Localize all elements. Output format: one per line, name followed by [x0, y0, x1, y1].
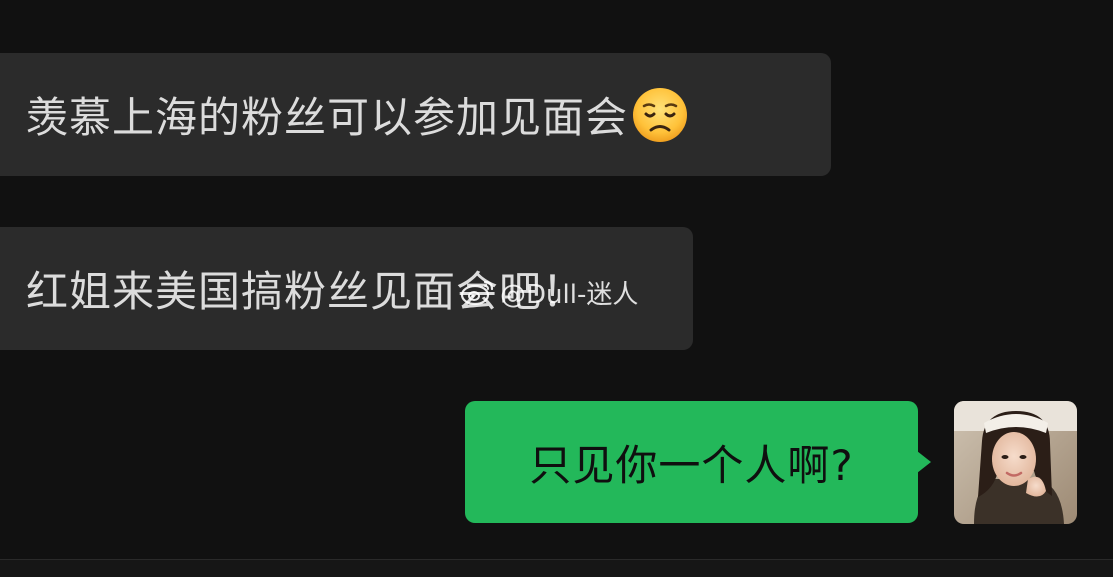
chat-window: 羡慕上海的粉丝可以参加见面会 红姐来美国搞粉丝见面会吧！ @Dull-迷人 只见…	[0, 0, 1113, 577]
weibo-watermark: @Dull-迷人	[460, 274, 638, 310]
message-text: 羡慕上海的粉丝可以参加见面会	[26, 93, 629, 142]
avatar[interactable]	[954, 401, 1077, 524]
incoming-message-bubble[interactable]: 羡慕上海的粉丝可以参加见面会	[0, 53, 831, 176]
input-bar[interactable]	[0, 560, 1113, 577]
bubble-tail	[917, 451, 931, 473]
message-text: 只见你一个人啊?	[529, 440, 854, 490]
watermark-text: @Dull-迷人	[500, 279, 639, 310]
avatar-photo	[954, 401, 1077, 524]
weibo-icon	[460, 280, 494, 306]
disappointed-face-emoji-icon	[633, 87, 688, 142]
outgoing-message-bubble[interactable]: 只见你一个人啊?	[465, 401, 918, 523]
